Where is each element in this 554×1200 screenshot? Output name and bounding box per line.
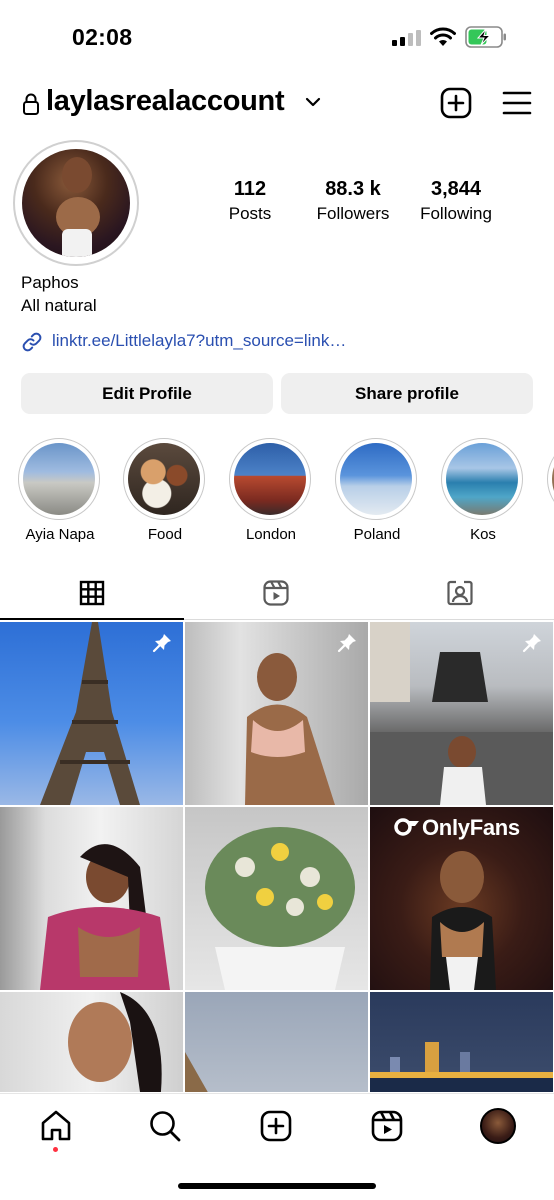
chevron-down-icon[interactable]: [305, 96, 321, 108]
followers-count: 88.3 k: [325, 178, 381, 200]
followers-label: Followers: [316, 204, 390, 223]
following-label: Following: [420, 204, 492, 223]
notification-dot: [53, 1147, 58, 1152]
post-tile[interactable]: [370, 992, 553, 1092]
tagged-person-icon: [447, 580, 473, 606]
person-photo: [40, 844, 170, 990]
share-profile-button[interactable]: Share profile: [281, 373, 533, 414]
wifi-icon: [430, 27, 456, 46]
search-icon[interactable]: [147, 1108, 183, 1144]
pin-icon: [152, 634, 171, 653]
post-tile[interactable]: [0, 992, 183, 1092]
following-stat[interactable]: 3,844 Following: [410, 178, 502, 224]
home-icon[interactable]: [38, 1108, 74, 1144]
edit-profile-button[interactable]: Edit Profile: [21, 373, 273, 414]
highlight-label: London: [245, 526, 297, 543]
menu-icon[interactable]: [502, 90, 532, 116]
status-time: 02:08: [72, 24, 133, 50]
post-tile[interactable]: [185, 622, 368, 805]
highlight-label: Kos: [470, 526, 496, 543]
bio-text: All natural: [21, 296, 97, 315]
grid-icon: [79, 580, 105, 606]
tab-reels[interactable]: [184, 570, 368, 620]
account-username[interactable]: laylasrealaccount: [46, 85, 285, 118]
post-tile[interactable]: [0, 807, 183, 990]
highlight-label: Food: [147, 526, 183, 543]
highlight-cover: [340, 443, 412, 515]
post-tile[interactable]: [0, 622, 183, 805]
flowers-photo: [205, 827, 355, 990]
highlight-cover: [128, 443, 200, 515]
status-bar: 02:08: [0, 0, 554, 70]
posts-stat[interactable]: 112 Posts: [210, 178, 290, 224]
bio-link[interactable]: linktr.ee/Littlelayla7?utm_source=link…: [21, 330, 541, 354]
cellular-signal-icon: [392, 30, 421, 46]
profile-header: laylasrealaccount: [0, 80, 554, 126]
post-tile[interactable]: OnlyFans: [370, 807, 553, 990]
lock-icon: [23, 93, 39, 115]
onlyfans-logo-icon: [394, 818, 419, 836]
pyramids-photo: [185, 1052, 208, 1092]
person-photo: [68, 992, 162, 1092]
following-count: 3,844: [430, 178, 482, 200]
onlyfans-promo-text: OnlyFans: [422, 815, 520, 840]
post-tile[interactable]: [185, 807, 368, 990]
pin-icon: [337, 634, 356, 653]
posts-label: Posts: [228, 204, 272, 223]
pin-icon: [522, 634, 541, 653]
highlight-label: Poland: [353, 526, 401, 543]
posts-grid: OnlyFans: [0, 622, 554, 1092]
highlight-cover: [234, 443, 306, 515]
profile-avatar[interactable]: [22, 149, 130, 257]
home-indicator[interactable]: [178, 1183, 376, 1189]
bio-location: Paphos: [21, 273, 79, 292]
highlight-cover: [23, 443, 95, 515]
tab-tagged[interactable]: [368, 570, 552, 620]
battery-charging-icon: [465, 26, 506, 48]
story-highlights: Ayia Napa Food London Poland Kos: [0, 438, 554, 548]
followers-stat[interactable]: 88.3 k Followers: [308, 178, 398, 224]
post-tile[interactable]: [185, 992, 368, 1092]
reels-icon: [263, 580, 289, 606]
city-night-photo: [370, 1042, 553, 1092]
bio-link-text[interactable]: linktr.ee/Littlelayla7?utm_source=link…: [52, 331, 346, 351]
highlight-cover: [446, 443, 518, 515]
reels-nav-icon[interactable]: [369, 1108, 405, 1144]
tab-posts-grid[interactable]: [0, 570, 184, 620]
posts-count: 112: [233, 178, 267, 200]
post-tile[interactable]: [370, 622, 553, 805]
profile-tabs: [0, 570, 554, 620]
new-post-icon[interactable]: [440, 87, 472, 119]
highlight-label: Ayia Napa: [25, 526, 95, 543]
profile-nav-avatar[interactable]: [480, 1108, 516, 1144]
link-icon: [22, 332, 42, 352]
create-post-icon[interactable]: [258, 1108, 294, 1144]
